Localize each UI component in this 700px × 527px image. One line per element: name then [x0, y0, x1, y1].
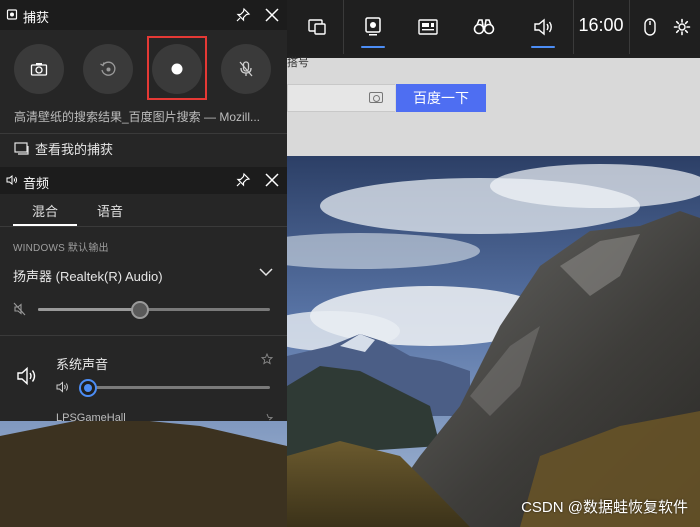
output-heading: WINDOWS 默认输出	[13, 243, 109, 254]
tab-mix[interactable]: 混合	[32, 201, 58, 220]
capture-title-icon	[6, 9, 18, 20]
screenshot-button[interactable]	[14, 44, 64, 94]
app-name: 系统声音	[56, 357, 109, 372]
app-volume-row: 系统声音 LPSGameHall	[0, 337, 287, 424]
master-volume-fill	[38, 308, 141, 311]
gamebar-top-menu: 16:00	[287, 0, 700, 54]
star-icon[interactable]	[261, 413, 273, 421]
widget-menu-button[interactable]	[301, 0, 333, 54]
performance-widget-button[interactable]	[411, 0, 445, 54]
clock: 16:00	[578, 15, 624, 35]
watermark: CSDN @数据蛙恢复软件	[521, 499, 688, 516]
close-icon[interactable]	[264, 172, 280, 188]
performance-icon	[418, 19, 438, 35]
divider	[0, 133, 287, 134]
speaker-icon	[17, 366, 36, 386]
pin-icon[interactable]	[235, 7, 251, 23]
camera-search-icon[interactable]	[369, 92, 383, 103]
audio-title: 音频	[23, 176, 50, 191]
record-last-icon	[100, 61, 116, 76]
speaker-title-icon	[6, 174, 17, 186]
audio-widget: 音频 混合 语音 WINDOWS 默认输出 扬声器 (Realtek(R) Au…	[0, 167, 287, 424]
capture-widget-button[interactable]	[353, 0, 393, 54]
capture-widget: 捕获 高清壁纸的搜索结果_百度图片搜索 — Mozill... 查看我的捕获	[0, 0, 287, 167]
settings-button[interactable]	[667, 0, 697, 54]
view-captures-link[interactable]: 查看我的捕获	[14, 140, 114, 157]
widget-menu-icon	[308, 19, 326, 35]
gamebar-separator	[629, 0, 630, 54]
audio-tabs: 混合 语音	[0, 194, 287, 226]
close-icon[interactable]	[264, 7, 280, 23]
capture-icon	[365, 17, 381, 36]
next-app-name: LPSGameHall	[56, 412, 126, 424]
divider	[0, 335, 287, 336]
output-device-value: 扬声器 (Realtek(R) Audio)	[13, 269, 163, 284]
microphone-toggle-button[interactable]	[221, 44, 271, 94]
capture-widget-header[interactable]: 捕获	[0, 0, 287, 30]
master-volume-slider[interactable]	[38, 308, 270, 311]
audio-widget-button[interactable]	[523, 0, 563, 54]
divider	[0, 226, 287, 227]
record-button-highlight	[147, 36, 207, 100]
speaker-muted-icon[interactable]	[13, 302, 27, 316]
binoculars-icon	[473, 19, 495, 35]
capture-title: 捕获	[23, 10, 50, 25]
audio-widget-header[interactable]: 音频	[0, 167, 287, 194]
microphone-off-icon	[239, 61, 253, 77]
pin-icon[interactable]	[235, 172, 251, 188]
output-device-dropdown[interactable]: 扬声器 (Realtek(R) Audio)	[13, 261, 275, 285]
baidu-search-input[interactable]	[287, 84, 395, 112]
current-app-title: 高清壁纸的搜索结果_百度图片搜索 — Mozill...	[14, 110, 261, 124]
master-volume-thumb[interactable]	[131, 301, 150, 319]
chevron-down-icon	[259, 268, 273, 277]
record-last-button[interactable]	[83, 44, 133, 94]
tab-voice[interactable]: 语音	[97, 201, 123, 220]
star-icon[interactable]	[261, 353, 273, 365]
speaker-icon	[534, 18, 552, 36]
speaker-small-icon[interactable]	[56, 381, 70, 393]
app-volume-slider[interactable]	[82, 386, 270, 389]
background-label: 搭号	[287, 57, 309, 69]
mouse-settings-button[interactable]	[635, 0, 665, 54]
xbox-social-button[interactable]	[467, 0, 501, 54]
gear-icon	[673, 18, 691, 36]
view-captures-label: 查看我的捕获	[35, 141, 114, 157]
app-volume-thumb[interactable]	[78, 379, 97, 397]
app-volume-thumb-dot	[83, 384, 92, 392]
mouse-icon	[644, 18, 656, 36]
gamebar-separator	[343, 0, 344, 54]
baidu-search-button[interactable]: 百度一下	[396, 84, 486, 112]
gallery-icon	[14, 141, 29, 155]
master-volume-row	[13, 299, 275, 321]
camera-icon	[30, 63, 48, 76]
